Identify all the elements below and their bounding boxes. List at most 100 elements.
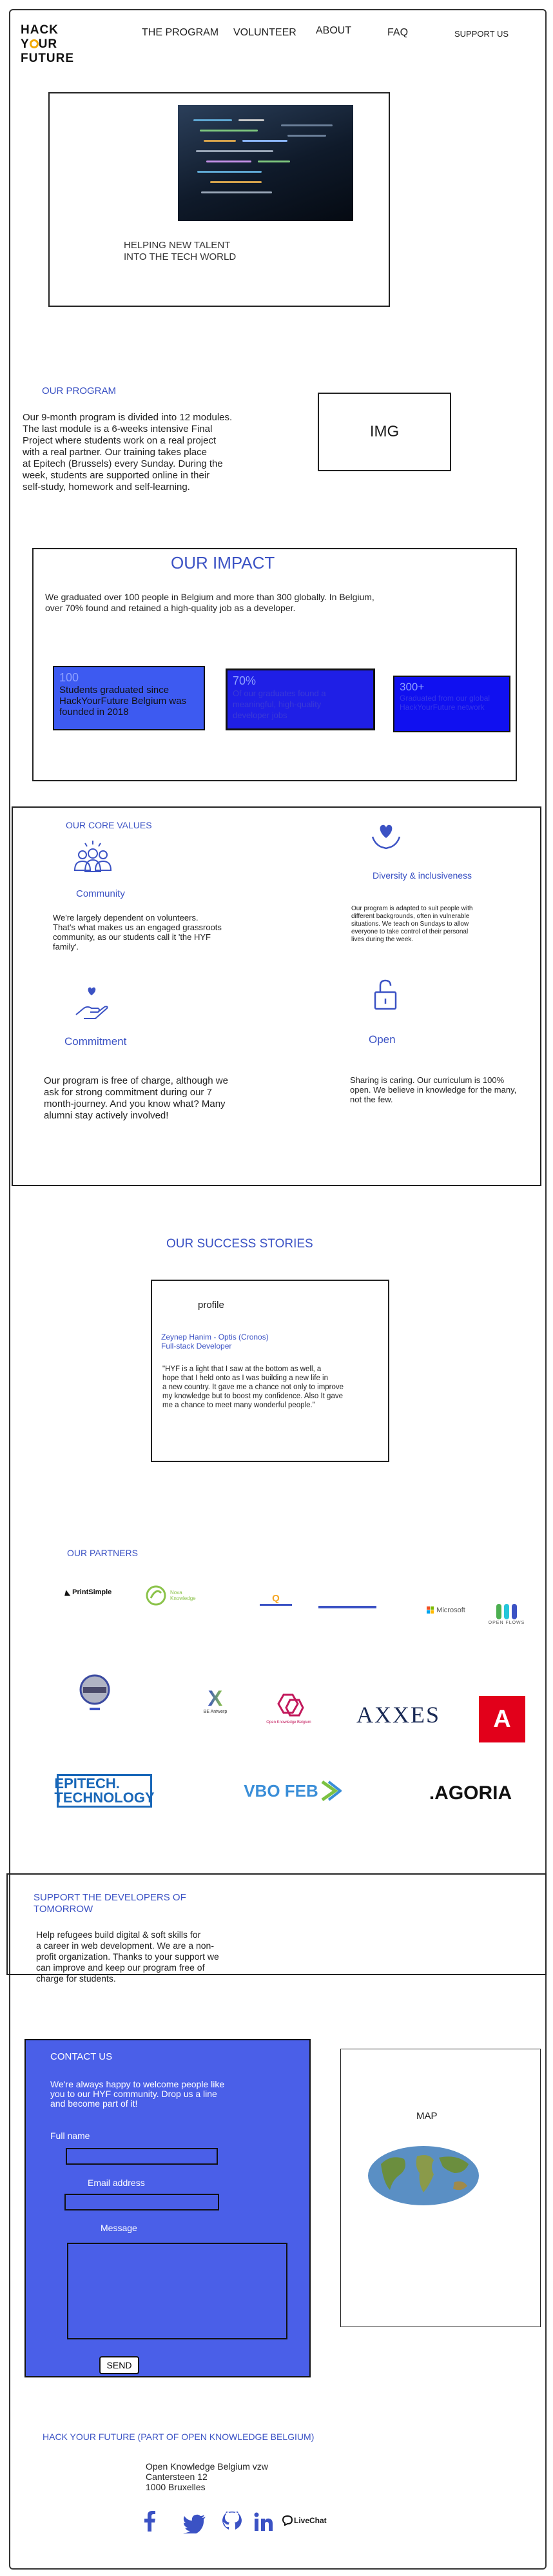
value-text-line: community, as our students call it 'the …	[53, 932, 211, 942]
partner-name: OPEN FLOWS	[488, 1620, 525, 1625]
email-input[interactable]	[64, 2194, 219, 2210]
support-text-line: a career in web development. We are a no…	[36, 1940, 215, 1951]
partner-name: Q	[272, 1593, 280, 1604]
story-role: Full-stack Developer	[161, 1342, 232, 1351]
program-description: Our 9-month program is divided into 12 m…	[23, 412, 232, 493]
nav-support-us[interactable]: SUPPORT US	[454, 29, 509, 39]
nav-faq[interactable]: FAQ	[387, 27, 408, 39]
hyf-logo[interactable]: HACK Y UR FUTURE	[21, 23, 74, 66]
program-line: Project where students work on a real pr…	[23, 435, 217, 446]
contact-intro-line: We're always happy to welcome people lik…	[50, 2079, 225, 2089]
partner-logo-vbo-feb[interactable]: VBO FEB	[240, 1774, 345, 1808]
impact-card-number: 100	[59, 671, 79, 684]
microsoft-icon	[427, 1606, 434, 1614]
impact-card-line: Students graduated since	[59, 685, 170, 696]
value-text-line: everyone to take control of their person…	[351, 928, 469, 935]
address-line: 1000 Bruxelles	[146, 2482, 206, 2492]
support-text-line: Help refugees build digital & soft skill…	[36, 1929, 201, 1940]
value-open-title: Open	[369, 1033, 396, 1046]
hero-image	[178, 105, 353, 221]
value-text-line: That's what makes us an engaged grassroo…	[53, 922, 222, 932]
partner-logo-antwerpen-a[interactable]: A	[479, 1696, 525, 1742]
partner-logo-axxes[interactable]: AXXES	[345, 1701, 451, 1729]
linkedin-icon[interactable]	[254, 2512, 273, 2535]
story-quote-line: me a chance to meet many wonderful peopl…	[162, 1401, 315, 1409]
impact-card-number: 70%	[233, 674, 257, 687]
address-line: Cantersteen 12	[146, 2472, 208, 2482]
logo-line-2: Y UR	[21, 37, 74, 52]
logo-line-3: FUTURE	[21, 52, 75, 65]
program-line: The last module is a 6-weeks intensive F…	[23, 424, 213, 434]
full-name-input[interactable]	[66, 2148, 218, 2165]
partner-logo-microsoft[interactable]: Microsoft	[420, 1605, 472, 1616]
openflows-icon	[496, 1603, 517, 1619]
map-label: MAP	[416, 2111, 438, 2122]
partner-name-small: BE Antwerp	[203, 1709, 228, 1714]
value-text-line: Our program is free of charge, although …	[44, 1075, 228, 1086]
partner-logo-nova[interactable]: Nova Knowledge	[138, 1583, 215, 1608]
value-text-line: Our program is adapted to suit people wi…	[351, 905, 473, 912]
impact-card-line: meaningful, high-quality	[233, 699, 322, 709]
partners-title: OUR PARTNERS	[67, 1548, 138, 1558]
partner-logo-seal[interactable]	[72, 1670, 117, 1715]
program-image-placeholder: IMG	[318, 393, 451, 471]
impact-card-text: Of our graduates found a meaningful, hig…	[233, 688, 368, 721]
story-quote-line: "HYF is a light that I saw at the bottom…	[162, 1365, 322, 1373]
livechat-link[interactable]: LiveChat	[282, 2515, 327, 2526]
nav-volunteer[interactable]: VOLUNTEER	[233, 27, 296, 39]
nav-about[interactable]: ABOUT	[316, 25, 351, 37]
world-map-icon[interactable]	[367, 2145, 480, 2207]
github-icon[interactable]	[222, 2511, 242, 2535]
heart-hands-icon	[371, 825, 401, 850]
logo-ur: UR	[38, 37, 58, 51]
hero-tagline-line-2: INTO THE TECH WORLD	[124, 251, 237, 262]
facebook-icon[interactable]	[143, 2511, 156, 2535]
story-quote: "HYF is a light that I saw at the bottom…	[162, 1365, 344, 1410]
value-text-line: We're largely dependent on volunteers.	[53, 913, 199, 922]
partner-name: Microsoft	[436, 1606, 465, 1614]
impact-card-line: HackYourFuture network	[400, 703, 485, 712]
impact-box	[32, 548, 517, 781]
vbo-chevron-icon	[321, 1780, 342, 1802]
partner-logo-agoria[interactable]: .AGORIA	[425, 1781, 516, 1806]
value-text-line: situations. We teach on Sundays to allow	[351, 921, 469, 928]
value-diversity-title: Diversity & inclusiveness	[373, 870, 472, 881]
support-text-line: charge for students.	[36, 1973, 116, 1984]
partner-name: VBO FEB	[244, 1781, 318, 1800]
partner-logo-okbe[interactable]: Open Knowledge Belgium	[264, 1687, 313, 1730]
partner-logo-gov[interactable]	[316, 1601, 380, 1614]
partner-logo-q[interactable]: Q	[257, 1590, 295, 1609]
logo-line-1: HACK	[21, 23, 59, 37]
partner-name: A	[493, 1705, 511, 1733]
partner-name: PrintSimple	[72, 1588, 112, 1596]
logo-y: Y	[21, 37, 30, 51]
program-line: with a real partner. Our training takes …	[23, 447, 207, 458]
address-line: Open Knowledge Belgium vzw	[146, 2461, 268, 2472]
impact-card-line: Graduated from our global	[400, 694, 490, 703]
value-text-line: open. We believe in knowledge for the ma…	[350, 1085, 517, 1095]
partner-logo-antwerp[interactable]: X BE Antwerp	[191, 1681, 240, 1720]
value-text-line: ask for strong commitment during our 7	[44, 1087, 212, 1098]
support-title-line: TOMORROW	[34, 1904, 93, 1915]
impact-card-global: 300+ Graduated from our global HackYourF…	[393, 676, 510, 732]
twitter-icon[interactable]	[183, 2514, 206, 2537]
story-card: profile Zeynep Hanim - Optis (Cronos) Fu…	[151, 1280, 389, 1462]
program-title: OUR PROGRAM	[42, 385, 117, 396]
partner-name: .AGORIA	[429, 1782, 512, 1804]
impact-intro-line: We graduated over 100 people in Belgium …	[45, 592, 374, 602]
nova-leaf-icon	[146, 1585, 166, 1606]
message-textarea[interactable]	[67, 2243, 287, 2339]
value-community-text: We're largely dependent on volunteers. T…	[53, 913, 222, 951]
send-button[interactable]: SEND	[99, 2356, 139, 2374]
support-text-line: profit organization. Thanks to your supp…	[36, 1951, 219, 1962]
partner-logo-epitech[interactable]: EPITECH. TECHNOLOGY	[54, 1774, 155, 1808]
partner-logo-openflows[interactable]: OPEN FLOWS	[487, 1597, 526, 1630]
partner-logo-printsimple[interactable]: ◣ PrintSimple	[59, 1586, 117, 1599]
commitment-icon	[75, 987, 108, 1019]
value-diversity-text: Our program is adapted to suit people wi…	[351, 905, 472, 944]
story-quote-line: a new country. It gave me a chance not o…	[162, 1383, 344, 1391]
support-title: SUPPORT THE DEVELOPERS OF TOMORROW	[34, 1892, 186, 1915]
nav-the-program[interactable]: THE PROGRAM	[142, 27, 218, 39]
value-open-text: Sharing is caring. Our curriculum is 100…	[350, 1075, 516, 1104]
program-line: Our 9-month program is divided into 12 m…	[23, 412, 233, 423]
